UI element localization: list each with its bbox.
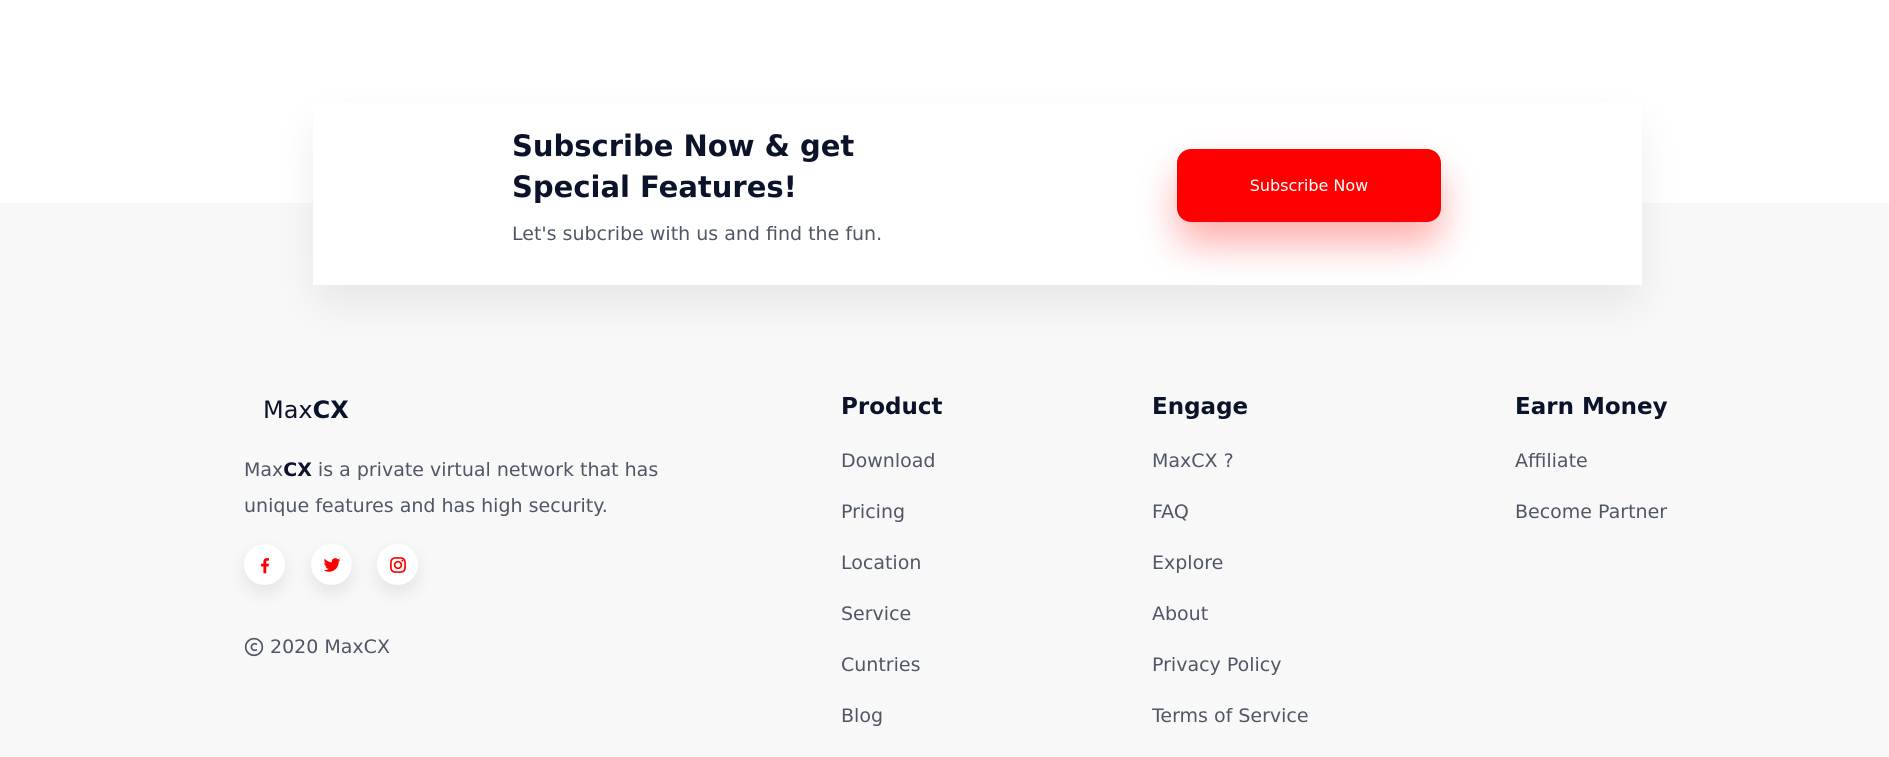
footer-link-about[interactable]: About	[1152, 603, 1208, 625]
facebook-link[interactable]	[244, 544, 285, 585]
logo-light: Max	[263, 396, 313, 424]
subscribe-title: Subscribe Now & get Special Features!	[512, 129, 855, 204]
instagram-link[interactable]	[377, 544, 418, 585]
copyright-icon	[244, 637, 264, 657]
footer-link-countries[interactable]: Cuntries	[841, 654, 920, 676]
engage-column-title: Engage	[1152, 394, 1249, 420]
list-item: Service	[841, 603, 935, 654]
list-item: Privacy Policy	[1152, 654, 1309, 705]
list-item: Download	[841, 450, 935, 501]
footer-link-faq[interactable]: FAQ	[1152, 501, 1189, 523]
instagram-icon	[389, 556, 406, 573]
logo-bold: CX	[312, 396, 349, 424]
footer-link-download[interactable]: Download	[841, 450, 935, 472]
list-item: Become Partner	[1515, 501, 1667, 552]
list-item: Cuntries	[841, 654, 935, 705]
list-item: Pricing	[841, 501, 935, 552]
list-item: MaxCX ?	[1152, 450, 1309, 501]
earn-money-links: Affiliate Become Partner	[1515, 450, 1667, 552]
footer-link-explore[interactable]: Explore	[1152, 552, 1223, 574]
footer-link-maxcx[interactable]: MaxCX ?	[1152, 450, 1234, 472]
footer-link-location[interactable]: Location	[841, 552, 921, 574]
product-column-title: Product	[841, 394, 943, 420]
list-item: FAQ	[1152, 501, 1309, 552]
footer-link-pricing[interactable]: Pricing	[841, 501, 905, 523]
subscribe-button[interactable]: Subscribe Now	[1177, 149, 1441, 222]
about-brand-light: Max	[244, 459, 284, 481]
about-brand-bold: CX	[283, 459, 312, 481]
copyright: 2020 MaxCX	[244, 636, 390, 658]
list-item: About	[1152, 603, 1309, 654]
footer-logo[interactable]: MaxCX	[263, 396, 349, 424]
list-item: Explore	[1152, 552, 1309, 603]
product-links: Download Pricing Location Service Cuntri…	[841, 450, 935, 756]
list-item: Affiliate	[1515, 450, 1667, 501]
subscribe-text: Let's subcribe with us and find the fun.	[512, 223, 883, 245]
facebook-icon	[260, 557, 269, 573]
footer-link-affiliate[interactable]: Affiliate	[1515, 450, 1588, 472]
footer-link-become-partner[interactable]: Become Partner	[1515, 501, 1667, 523]
twitter-icon	[323, 557, 340, 572]
footer-link-terms-of-service[interactable]: Terms of Service	[1152, 705, 1309, 727]
subscribe-card: Subscribe Now & get Special Features! Le…	[313, 103, 1642, 285]
list-item: Terms of Service	[1152, 705, 1309, 756]
list-item: Location	[841, 552, 935, 603]
earn-money-column-title: Earn Money	[1515, 394, 1668, 420]
footer-link-service[interactable]: Service	[841, 603, 911, 625]
list-item: Blog	[841, 705, 935, 756]
engage-links: MaxCX ? FAQ Explore About Privacy Policy…	[1152, 450, 1309, 756]
footer-link-blog[interactable]: Blog	[841, 705, 883, 727]
twitter-link[interactable]	[311, 544, 352, 585]
footer-about: MaxCX is a private virtual network that …	[244, 452, 684, 524]
footer-link-privacy-policy[interactable]: Privacy Policy	[1152, 654, 1281, 676]
copyright-text: 2020 MaxCX	[270, 636, 390, 658]
